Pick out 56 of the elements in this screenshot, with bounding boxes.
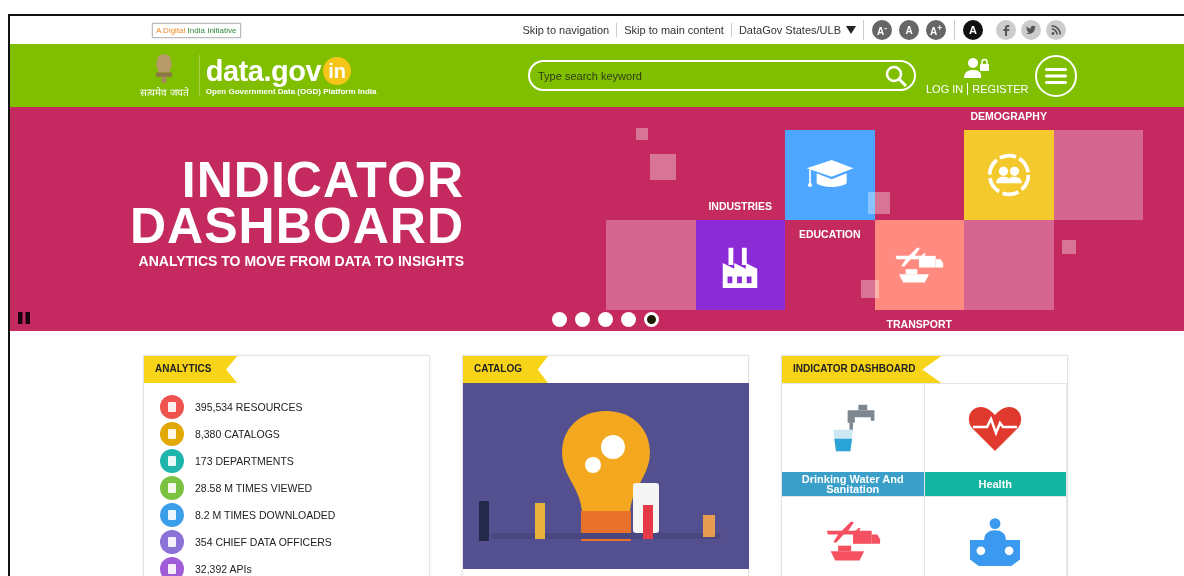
card-title-ribbon: ANALYTICS bbox=[144, 356, 238, 383]
menu-button[interactable] bbox=[1034, 54, 1077, 97]
category-tile[interactable] bbox=[964, 130, 1054, 220]
slide-dot[interactable] bbox=[644, 312, 659, 327]
slide-dot[interactable] bbox=[552, 312, 567, 327]
stat-text[interactable]: 395,534 RESOURCES bbox=[195, 401, 303, 413]
caret-icon bbox=[846, 26, 856, 34]
pixel-square bbox=[868, 192, 890, 214]
contrast-button[interactable]: A bbox=[963, 20, 983, 40]
search-field[interactable]: Type search keyword bbox=[528, 60, 916, 91]
pixel-square bbox=[1062, 240, 1076, 254]
skip-link[interactable]: Skip to navigation bbox=[515, 23, 617, 37]
pixel-square bbox=[636, 128, 648, 140]
card-title-ribbon: CATALOG bbox=[463, 356, 548, 383]
banner-title: DASHBOARD bbox=[130, 203, 464, 249]
stat-text[interactable]: 32,392 APIs bbox=[195, 563, 252, 575]
facebook-icon[interactable] bbox=[996, 20, 1016, 40]
category-label: INDUSTRIES bbox=[707, 200, 774, 212]
pixel-square bbox=[861, 280, 879, 298]
slide-dot[interactable] bbox=[575, 312, 590, 327]
category-tile[interactable] bbox=[964, 220, 1054, 310]
font-size-button[interactable]: A bbox=[899, 20, 919, 40]
logo-badge: in bbox=[323, 57, 352, 85]
pause-icon bbox=[18, 312, 30, 324]
banner-title: INDICATOR bbox=[181, 157, 464, 203]
menu-icon bbox=[1044, 67, 1067, 84]
slide-dot[interactable] bbox=[598, 312, 613, 327]
user-lock-icon bbox=[964, 56, 991, 79]
logo-tagline: Open Government Data (OGD) Platform India bbox=[205, 87, 377, 96]
category-tile[interactable] bbox=[785, 130, 875, 220]
category-label: DEMOGRAPHY bbox=[969, 110, 1048, 122]
initiative-badge[interactable]: A Digital India Initiative bbox=[152, 22, 241, 38]
skip-link[interactable]: Skip to main content bbox=[616, 23, 731, 37]
stat-text[interactable]: 8,380 CATALOGS bbox=[195, 428, 280, 440]
rss-icon[interactable] bbox=[1046, 20, 1066, 40]
emblem-motto: सत्यमेव जयते bbox=[140, 85, 189, 99]
search-icon[interactable] bbox=[884, 64, 908, 88]
card-title-ribbon: INDICATOR DASHBOARD bbox=[782, 356, 942, 383]
slide-dot[interactable] bbox=[621, 312, 636, 327]
stat-text[interactable]: 8.2 M TIMES DOWNLOADED bbox=[195, 509, 336, 521]
banner-subtitle: ANALYTICS TO MOVE FROM DATA TO INSIGHTS bbox=[138, 253, 464, 269]
category-tile[interactable] bbox=[1053, 130, 1143, 220]
pixel-square bbox=[650, 154, 676, 180]
pause-button[interactable] bbox=[18, 312, 30, 324]
stat-text[interactable]: 173 DEPARTMENTS bbox=[195, 455, 294, 467]
font-size-button[interactable]: A$^{+}$ bbox=[926, 20, 946, 40]
bird-icon[interactable] bbox=[1021, 20, 1041, 40]
category-tile[interactable] bbox=[606, 220, 696, 310]
category-tile[interactable] bbox=[695, 220, 785, 310]
stat-text[interactable]: 354 CHIEF DATA OFFICERS bbox=[195, 536, 332, 548]
states-dropdown[interactable]: DataGov States/ULB bbox=[730, 23, 863, 37]
category-label: EDUCATION bbox=[797, 228, 862, 240]
category-tile[interactable] bbox=[874, 220, 964, 310]
category-label: TRANSPORT bbox=[885, 318, 953, 330]
font-size-button[interactable]: A$^{-}$ bbox=[872, 20, 892, 40]
stat-text[interactable]: 28.58 M TIMES VIEWED bbox=[195, 482, 313, 494]
